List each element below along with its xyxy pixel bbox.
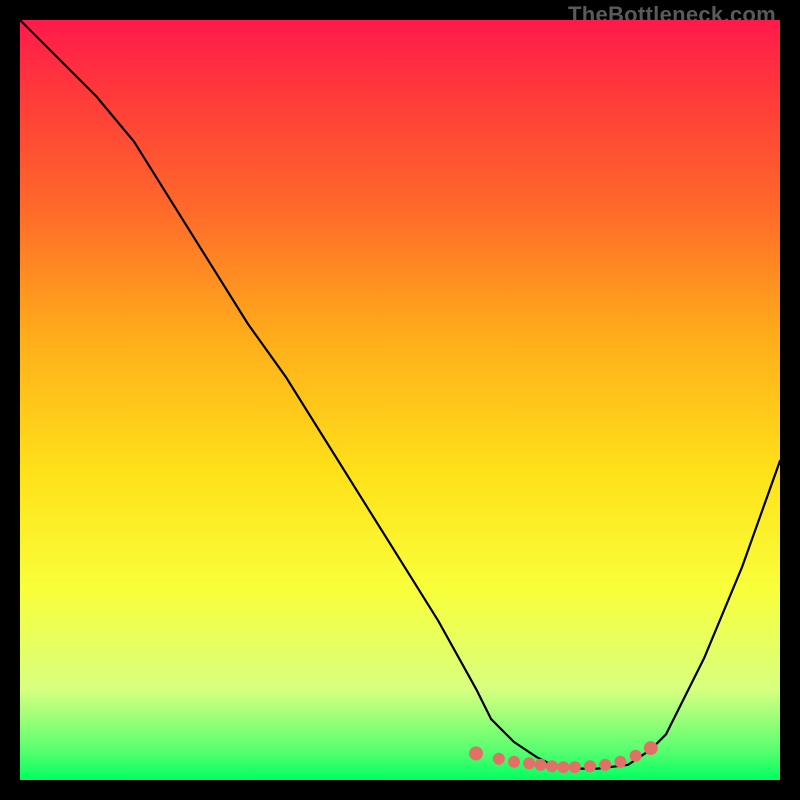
highlight-dot: [584, 760, 596, 772]
highlight-dot: [644, 741, 658, 755]
highlight-dot: [523, 757, 535, 769]
plot-area: [20, 20, 780, 780]
highlight-dots-group: [469, 741, 658, 773]
highlight-dot: [569, 761, 581, 773]
chart-svg: [20, 20, 780, 780]
highlight-dot: [599, 759, 611, 771]
highlight-dot: [535, 759, 547, 771]
highlight-dot: [546, 760, 558, 772]
highlight-dot: [557, 761, 569, 773]
highlight-dot: [508, 756, 520, 768]
chart-frame: TheBottleneck.com: [0, 0, 800, 800]
highlight-dot: [614, 756, 626, 768]
highlight-dot: [630, 750, 642, 762]
bottleneck-curve: [20, 20, 780, 769]
highlight-dot: [469, 746, 483, 760]
highlight-dot: [493, 753, 505, 765]
